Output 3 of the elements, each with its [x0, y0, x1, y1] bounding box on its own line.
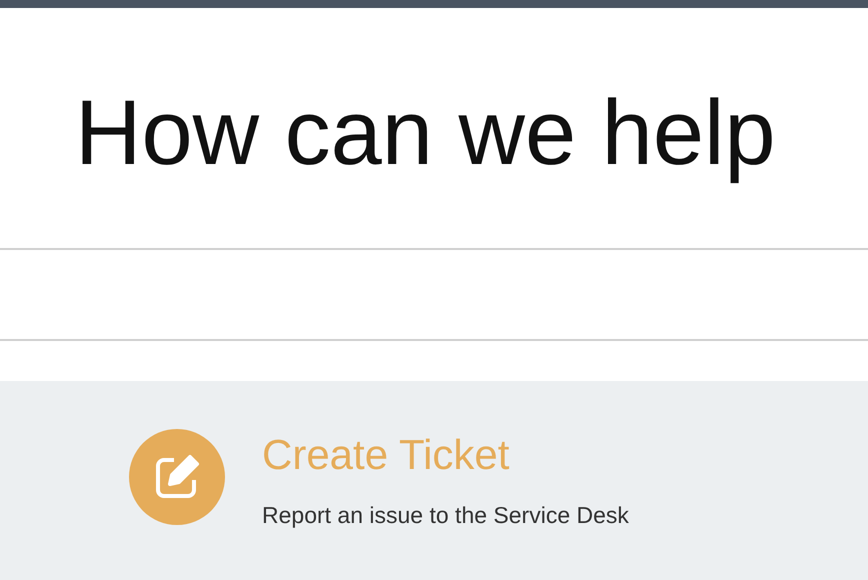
action-description: Report an issue to the Service Desk — [262, 500, 629, 530]
page-heading: How can we help — [75, 80, 776, 186]
create-ticket-link[interactable]: Create Ticket — [262, 429, 629, 482]
